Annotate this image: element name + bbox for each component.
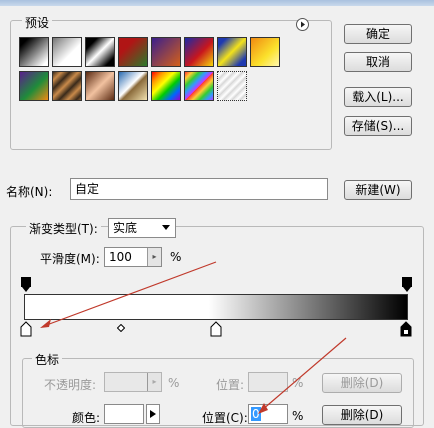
- annotation-arrow-to-location: [261, 337, 347, 411]
- annotation-arrow-to-left-stop: [43, 261, 217, 327]
- annotation-arrows: [40, 261, 347, 414]
